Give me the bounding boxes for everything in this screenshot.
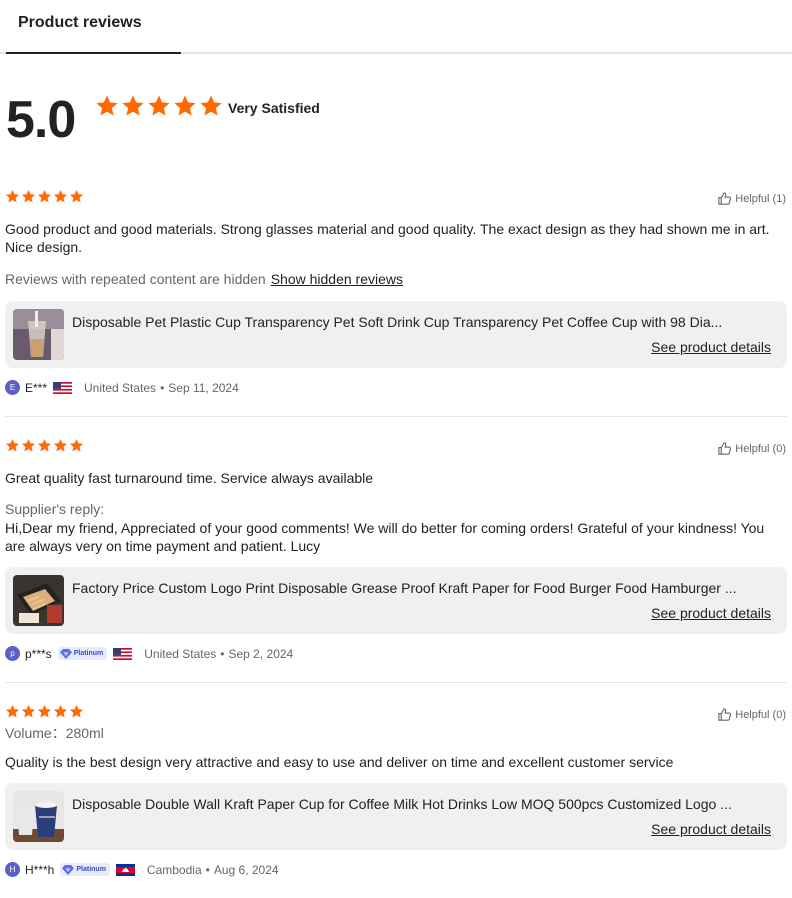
- helpful-button[interactable]: Helpful (0): [717, 441, 786, 456]
- satisfaction-label: Very Satisfied: [228, 100, 320, 116]
- star-icon: [53, 189, 68, 204]
- reviewer-country: United States: [144, 646, 217, 661]
- star-icon: [147, 94, 171, 118]
- see-product-details-link[interactable]: See product details: [651, 339, 771, 355]
- review-text: Quality is the best design very attracti…: [5, 754, 674, 770]
- star-icon: [121, 94, 145, 118]
- divider: [5, 682, 787, 683]
- helpful-count: Helpful (0): [735, 708, 786, 721]
- star-icon: [37, 189, 52, 204]
- platinum-badge: Platinum: [60, 863, 110, 876]
- product-title[interactable]: Disposable Double Wall Kraft Paper Cup f…: [72, 796, 772, 812]
- product-thumbnail[interactable]: [13, 575, 64, 626]
- review-stars: [5, 438, 84, 453]
- cambodia-flag-icon: [115, 863, 135, 876]
- review-stars: [5, 189, 84, 204]
- star-icon: [69, 438, 84, 453]
- product-card[interactable]: Disposable Double Wall Kraft Paper Cup f…: [5, 783, 787, 850]
- star-icon: [5, 704, 20, 719]
- review-text: Good product and good materials. Strong …: [5, 221, 770, 255]
- star-icon: [21, 189, 36, 204]
- platinum-badge: Platinum: [57, 647, 108, 660]
- badge-label: Platinum: [76, 866, 106, 873]
- star-icon: [21, 438, 36, 453]
- product-thumbnail[interactable]: [13, 309, 64, 360]
- thumbs-up-icon: [717, 441, 732, 456]
- star-icon: [69, 704, 84, 719]
- diamond-icon: [60, 649, 72, 659]
- star-icon: [173, 94, 197, 118]
- separator-dot: •: [160, 380, 165, 395]
- see-product-details-link[interactable]: See product details: [651, 605, 771, 621]
- star-icon: [37, 704, 52, 719]
- helpful-button[interactable]: Helpful (1): [717, 191, 786, 206]
- hidden-reviews-row: Reviews with repeated content are hidden…: [5, 270, 785, 288]
- product-card[interactable]: Disposable Pet Plastic Cup Transparency …: [5, 301, 787, 368]
- review-stars: [5, 704, 84, 719]
- tab-product-reviews-label: Product reviews: [18, 14, 142, 31]
- badge-label: Platinum: [73, 650, 104, 657]
- divider: [5, 416, 787, 417]
- star-icon: [69, 189, 84, 204]
- average-score: 5.0: [6, 91, 76, 149]
- helpful-count: Helpful (0): [735, 442, 786, 455]
- summary-stars: [95, 94, 223, 118]
- reviewer-country: United States: [84, 380, 157, 395]
- star-icon: [5, 189, 20, 204]
- diamond-icon: [62, 865, 74, 875]
- helpful-count: Helpful (1): [735, 192, 786, 205]
- star-icon: [199, 94, 223, 118]
- helpful-button[interactable]: Helpful (0): [717, 707, 786, 722]
- supplier-reply-text: Hi,Dear my friend, Appreciated of your g…: [5, 520, 765, 554]
- star-icon: [37, 438, 52, 453]
- review-text: Great quality fast turnaround time. Serv…: [5, 470, 374, 486]
- reviewer-name: H***h: [25, 862, 55, 877]
- show-hidden-reviews-link[interactable]: Show hidden reviews: [271, 271, 403, 287]
- avatar: H: [5, 862, 20, 877]
- us-flag-icon: [113, 647, 133, 660]
- product-title[interactable]: Factory Price Custom Logo Print Disposab…: [72, 580, 772, 596]
- supplier-reply-label: Supplier's reply:: [5, 501, 105, 517]
- star-icon: [21, 704, 36, 719]
- reviewer-country: Cambodia: [146, 862, 202, 877]
- review-date: Aug 6, 2024: [213, 862, 279, 877]
- variant-label: Volume：280ml: [5, 725, 104, 741]
- thumbs-up-icon: [717, 191, 732, 206]
- reviewer-name: E***: [25, 380, 48, 395]
- star-icon: [5, 438, 20, 453]
- review-date: Sep 2, 2024: [228, 646, 294, 661]
- tab-product-reviews[interactable]: Product reviews: [6, 0, 181, 54]
- thumbs-up-icon: [717, 707, 732, 722]
- reviewer-info: E E*** United States • Sep 11, 2024: [5, 380, 239, 395]
- review-date: Sep 11, 2024: [168, 380, 239, 395]
- product-card[interactable]: Factory Price Custom Logo Print Disposab…: [5, 567, 787, 634]
- reviewer-info: H H***h Platinum Cambodia • Aug 6, 2024: [5, 862, 279, 877]
- see-product-details-link[interactable]: See product details: [651, 821, 771, 837]
- tab-bar: Product reviews: [0, 0, 792, 54]
- separator-dot: •: [220, 646, 225, 661]
- separator-dot: •: [205, 862, 210, 877]
- product-title[interactable]: Disposable Pet Plastic Cup Transparency …: [72, 314, 772, 330]
- reviewer-info: p p***s Platinum United States • Sep 2, …: [5, 646, 293, 661]
- avatar: E: [5, 380, 20, 395]
- star-icon: [53, 704, 68, 719]
- reviewer-name: p***s: [25, 646, 52, 661]
- us-flag-icon: [53, 381, 73, 394]
- star-icon: [53, 438, 68, 453]
- hidden-reviews-note: Reviews with repeated content are hidden: [5, 271, 266, 287]
- avatar: p: [5, 646, 20, 661]
- product-thumbnail[interactable]: [13, 791, 64, 842]
- star-icon: [95, 94, 119, 118]
